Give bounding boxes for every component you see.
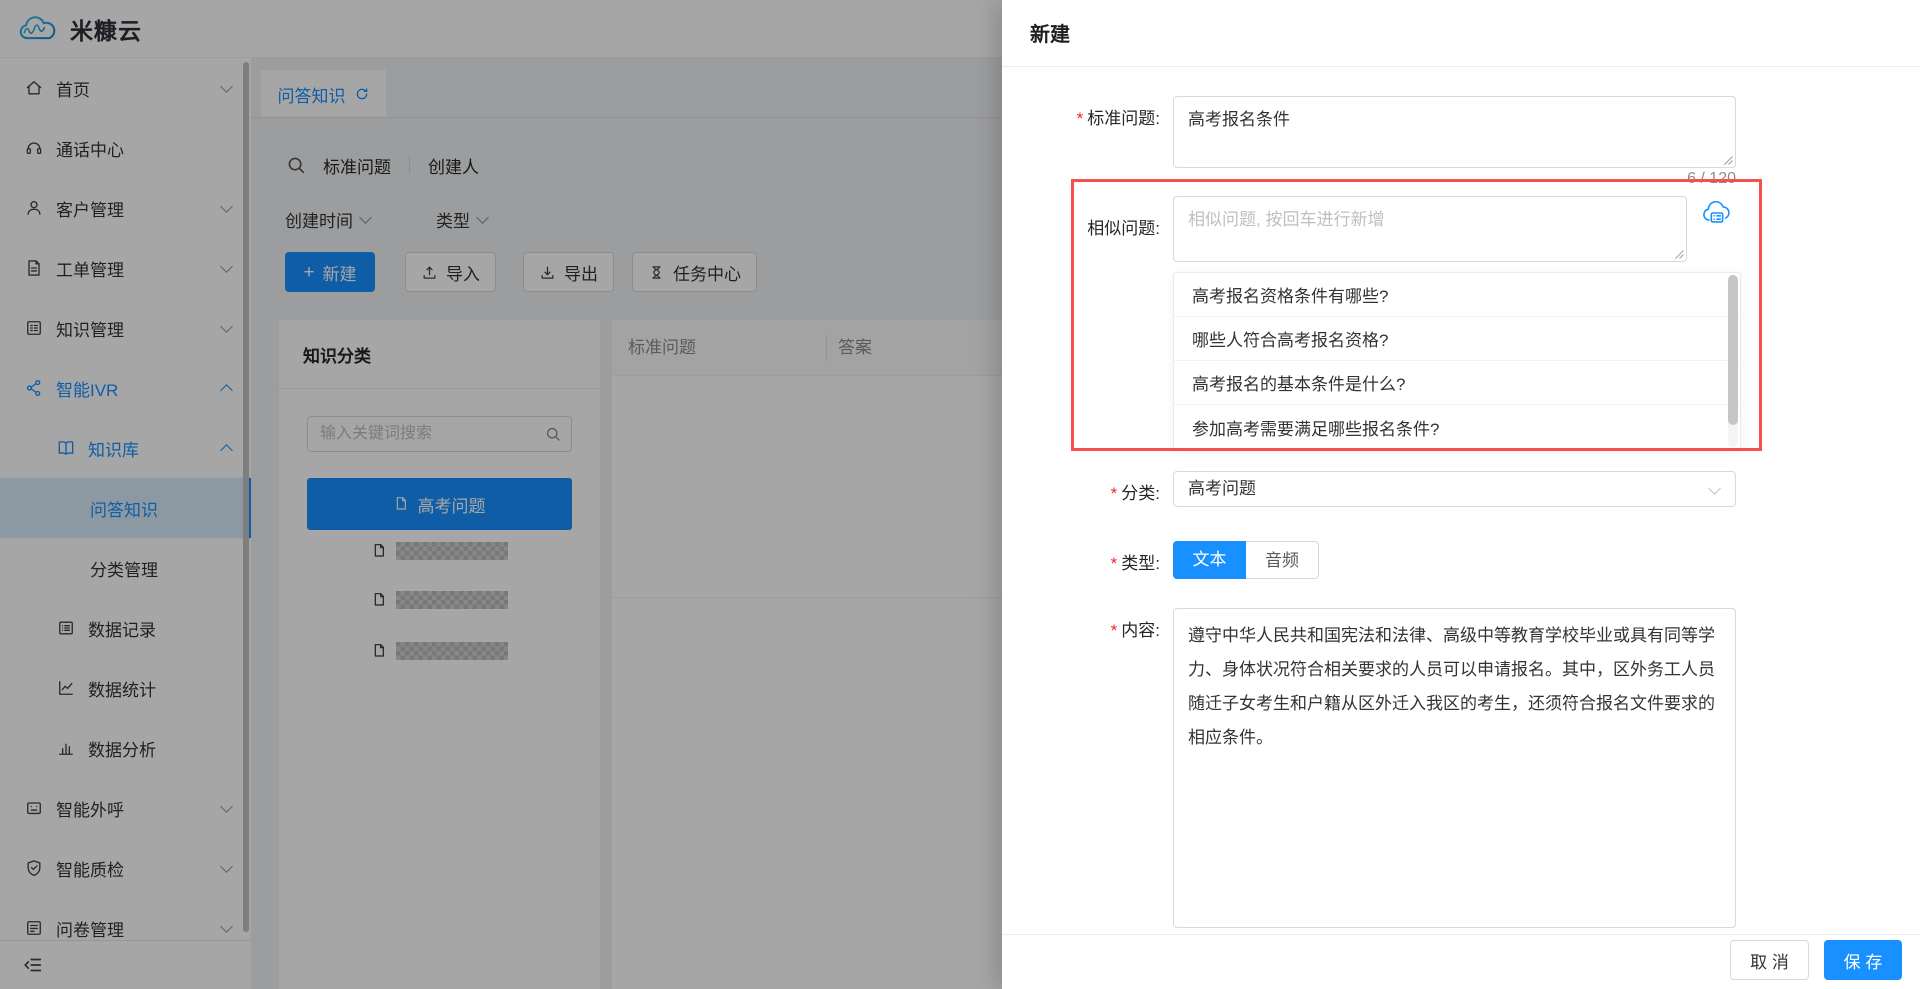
drawer-title: 新建 — [1030, 18, 1070, 47]
required-mark: * — [1077, 109, 1084, 128]
standard-question-label: *标准问题: — [1002, 104, 1160, 129]
similar-question-field — [1173, 196, 1687, 262]
category-label: *分类: — [1002, 479, 1160, 504]
divider — [1002, 66, 1920, 67]
new-drawer: 新建 *标准问题: 高考报名条件 6 / 120 相似问题: 高考报名资格条件有… — [1002, 0, 1920, 989]
suggestion-item[interactable]: 高考报名资格条件有哪些? — [1174, 273, 1740, 317]
cancel-button[interactable]: 取 消 — [1730, 940, 1809, 980]
chevron-down-icon — [1708, 482, 1721, 495]
ai-generate-icon[interactable] — [1700, 196, 1734, 230]
suggestion-item[interactable]: 参加高考需要满足哪些报名条件? — [1174, 405, 1740, 449]
category-select[interactable]: 高考问题 — [1173, 471, 1736, 507]
drawer-mask[interactable] — [0, 0, 1002, 989]
content-field: 遵守中华人民共和国宪法和法律、高级中等教育学校毕业或具有同等学力、身体状况符合相… — [1173, 608, 1736, 928]
app-root: 米糠云 首页 通话中心 客户管理 工单管理 — [0, 0, 1920, 989]
type-option-text[interactable]: 文本 — [1173, 541, 1246, 579]
char-counter: 6 / 120 — [1536, 170, 1736, 188]
standard-question-input[interactable]: 高考报名条件 — [1174, 97, 1735, 167]
suggestion-item[interactable]: 高考报名的基本条件是什么? — [1174, 361, 1740, 405]
standard-question-field: 高考报名条件 — [1173, 96, 1736, 168]
required-mark: * — [1111, 621, 1118, 640]
type-toggle-group: 文本 音频 — [1173, 541, 1319, 579]
type-label: *类型: — [1002, 549, 1160, 574]
save-button[interactable]: 保 存 — [1824, 940, 1902, 980]
similar-question-label: 相似问题: — [1002, 214, 1160, 239]
content-label: *内容: — [1002, 616, 1160, 641]
content-input[interactable]: 遵守中华人民共和国宪法和法律、高级中等教育学校毕业或具有同等学力、身体状况符合相… — [1174, 609, 1735, 927]
similar-suggestions-list: 高考报名资格条件有哪些? 哪些人符合高考报名资格? 高考报名的基本条件是什么? … — [1173, 272, 1741, 450]
required-mark: * — [1111, 484, 1118, 503]
footer-divider — [1002, 934, 1920, 935]
required-mark: * — [1111, 554, 1118, 573]
suggestion-item[interactable]: 哪些人符合高考报名资格? — [1174, 317, 1740, 361]
resize-handle-icon[interactable] — [1674, 249, 1684, 259]
resize-handle-icon[interactable] — [1723, 155, 1733, 165]
suggestions-scrollbar-thumb[interactable] — [1728, 275, 1738, 425]
similar-question-input[interactable] — [1174, 197, 1686, 261]
type-option-audio[interactable]: 音频 — [1246, 541, 1319, 579]
category-select-value: 高考问题 — [1188, 479, 1256, 498]
